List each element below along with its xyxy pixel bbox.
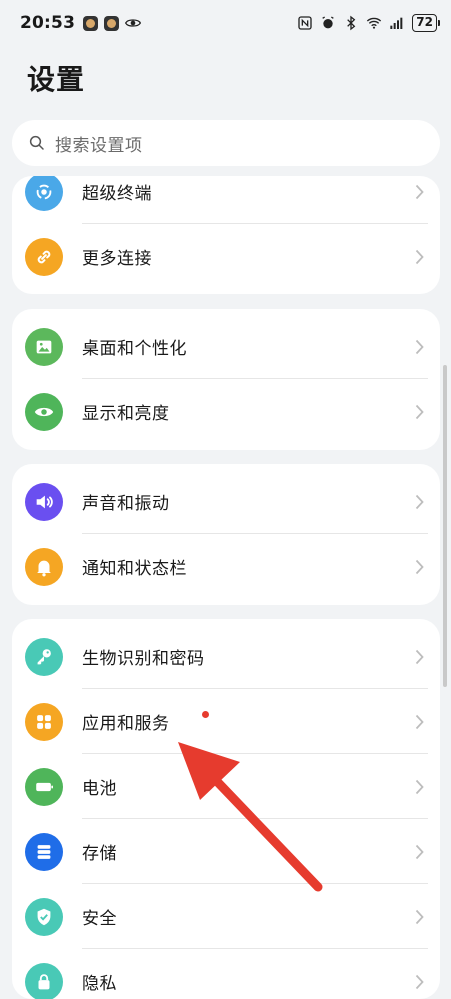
key-icon: [25, 638, 63, 676]
chevron-right-icon: [415, 494, 424, 510]
chevron-right-icon: [415, 339, 424, 355]
chevron-right-icon: [415, 714, 424, 730]
chevron-right-icon: [415, 184, 424, 200]
chevron-right-icon: [415, 649, 424, 665]
chevron-right-icon: [415, 249, 424, 265]
search-icon: [28, 134, 46, 152]
search-bar[interactable]: 搜索设置项: [12, 120, 440, 166]
chevron-right-icon: [415, 844, 424, 860]
settings-item-super-device[interactable]: 超级终端: [12, 176, 440, 224]
eye-icon: [25, 393, 63, 431]
app-notification-icon: [83, 16, 98, 31]
settings-item-battery[interactable]: 电池: [12, 754, 440, 819]
chevron-right-icon: [415, 559, 424, 575]
settings-item-label: 安全: [82, 904, 117, 929]
apps-icon: [25, 703, 63, 741]
settings-item-label: 隐私: [82, 969, 117, 994]
scrollbar[interactable]: [443, 365, 447, 687]
settings-item-apps-services[interactable]: 应用和服务: [12, 689, 440, 754]
chevron-right-icon: [415, 974, 424, 990]
alarm-icon: [320, 15, 336, 31]
settings-item-sound-vibration[interactable]: 声音和振动: [12, 469, 440, 534]
settings-item-display-brightness[interactable]: 显示和亮度: [12, 379, 440, 444]
settings-item-label: 生物识别和密码: [82, 644, 205, 669]
settings-group-sound: 声音和振动 通知和状态栏: [12, 464, 440, 605]
settings-group-system: 生物识别和密码 应用和服务 电池 存储 安全: [12, 619, 440, 999]
settings-item-more-connections[interactable]: 更多连接: [12, 224, 440, 289]
chevron-right-icon: [415, 779, 424, 795]
new-badge-dot: [202, 711, 209, 718]
bell-icon: [25, 548, 63, 586]
chevron-right-icon: [415, 404, 424, 420]
app-notification-icon-2: [104, 16, 119, 31]
signal-icon: [389, 15, 405, 31]
shield-icon: [25, 898, 63, 936]
eye-comfort-icon: [125, 15, 141, 31]
status-bar: 20:53 72: [0, 0, 451, 46]
settings-item-storage[interactable]: 存储: [12, 819, 440, 884]
nfc-icon: [297, 15, 313, 31]
chevron-right-icon: [415, 909, 424, 925]
settings-item-desktop-personalization[interactable]: 桌面和个性化: [12, 314, 440, 379]
battery-icon: [25, 768, 63, 806]
settings-item-label: 更多连接: [82, 244, 152, 269]
battery-level: 72: [412, 14, 437, 32]
status-time: 20:53: [20, 13, 75, 33]
status-right-icons: 72: [297, 14, 437, 32]
speaker-icon: [25, 483, 63, 521]
settings-item-label: 声音和振动: [82, 489, 170, 514]
settings-item-label: 超级终端: [82, 179, 152, 204]
link-icon: [25, 238, 63, 276]
search-placeholder: 搜索设置项: [55, 131, 143, 156]
settings-group-display: 桌面和个性化 显示和亮度: [12, 309, 440, 450]
wifi-icon: [366, 15, 382, 31]
picture-icon: [25, 328, 63, 366]
settings-item-label: 电池: [82, 774, 117, 799]
super-device-icon: [25, 176, 63, 211]
bluetooth-icon: [343, 15, 359, 31]
settings-item-label: 通知和状态栏: [82, 554, 187, 579]
settings-item-notification-statusbar[interactable]: 通知和状态栏: [12, 534, 440, 599]
status-left-icons: [83, 15, 141, 31]
settings-item-label: 应用和服务: [82, 709, 170, 734]
settings-item-label: 桌面和个性化: [82, 334, 187, 359]
settings-group-connectivity: 超级终端 更多连接: [12, 176, 440, 294]
storage-icon: [25, 833, 63, 871]
settings-item-privacy[interactable]: 隐私: [12, 949, 440, 999]
settings-item-label: 存储: [82, 839, 117, 864]
settings-item-biometrics-password[interactable]: 生物识别和密码: [12, 624, 440, 689]
settings-item-security[interactable]: 安全: [12, 884, 440, 949]
settings-item-label: 显示和亮度: [82, 399, 170, 424]
page-title: 设置: [27, 58, 85, 98]
